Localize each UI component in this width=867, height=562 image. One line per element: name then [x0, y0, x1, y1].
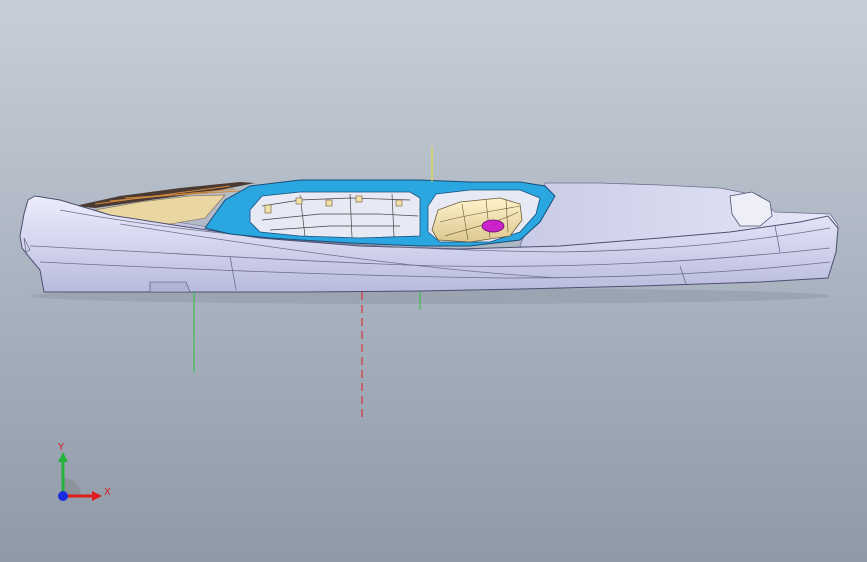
hull-step [149, 281, 191, 293]
triad-z-axis [58, 491, 68, 501]
seat-highlight-knob [481, 219, 505, 233]
triad-y-arrow [58, 452, 68, 462]
triad-y-label: Y [58, 442, 65, 453]
rear-fitting [729, 191, 773, 227]
orientation-triad[interactable]: Y X [44, 438, 124, 518]
triad-x-label: X [104, 487, 111, 498]
triad-x-arrow [92, 491, 102, 501]
cad-viewport[interactable]: Y X [0, 0, 867, 562]
boat-model[interactable] [0, 0, 867, 562]
